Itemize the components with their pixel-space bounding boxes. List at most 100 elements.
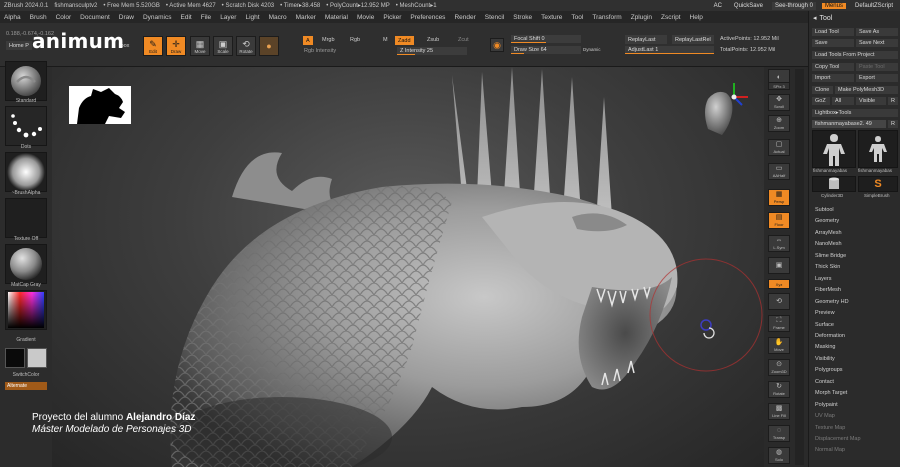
adjust-last-slider[interactable]: AdjustLast 1 xyxy=(625,46,714,54)
tool-section-thick-skin[interactable]: Thick Skin xyxy=(815,264,840,270)
menu-edit[interactable]: Edit xyxy=(181,14,192,21)
menu-light[interactable]: Light xyxy=(245,14,259,21)
tool-section-geometry[interactable]: Geometry xyxy=(815,218,839,224)
load-tool-button[interactable]: Load Tool xyxy=(812,28,854,36)
m-toggle[interactable]: M xyxy=(383,37,388,43)
alternate-button[interactable]: Alternate xyxy=(5,382,47,390)
draw-size-slider[interactable]: Draw Size 64 xyxy=(511,46,581,54)
tool-section-surface[interactable]: Surface xyxy=(815,322,834,328)
switch-color-label[interactable]: SwitchColor xyxy=(0,372,52,378)
menu-movie[interactable]: Movie xyxy=(357,14,374,21)
orientation-gizmo[interactable] xyxy=(692,81,750,141)
alpha-thumbnail[interactable] xyxy=(5,152,47,192)
mrgb-toggle[interactable]: Mrgb xyxy=(322,37,335,43)
move-button[interactable]: ▦ Move xyxy=(190,36,210,56)
frame-button[interactable]: ⛶ Frame xyxy=(768,315,790,332)
tool-thumb-simplebrush[interactable]: S xyxy=(858,176,898,192)
lock-button[interactable]: ▣ xyxy=(768,257,790,274)
focal-shift-slider[interactable]: Focal Shift 0 xyxy=(511,35,581,43)
import-button[interactable]: Import xyxy=(812,74,854,82)
menu-stencil[interactable]: Stencil xyxy=(485,14,505,21)
menu-brush[interactable]: Brush xyxy=(30,14,47,21)
menu-macro[interactable]: Macro xyxy=(269,14,287,21)
zoom-button[interactable]: ⊕ Zoom xyxy=(768,115,790,132)
z-intensity-slider[interactable]: Z Intensity 25 xyxy=(397,47,467,55)
rotate-view-button[interactable]: ↻ Rotate xyxy=(768,381,790,398)
rotate-axis-button[interactable]: ⟲ xyxy=(768,293,790,310)
right-shelf-scrollbar[interactable] xyxy=(795,69,804,465)
default-zscript[interactable]: DefaultZScript xyxy=(852,2,896,10)
tool-section-masking[interactable]: Masking xyxy=(815,344,835,350)
scroll-button[interactable]: ✥ Scroll xyxy=(768,94,790,111)
tool-palette-header[interactable]: ◂ Tool xyxy=(809,11,900,25)
quicksave-button[interactable]: QuickSave xyxy=(731,2,766,10)
main-color-swatch[interactable] xyxy=(5,348,25,368)
replay-last-rel-button[interactable]: ReplayLastRel xyxy=(672,35,714,44)
lightbox-tools-button[interactable]: Lightbox▸Tools xyxy=(812,109,898,117)
tool-section-visibility[interactable]: Visibility xyxy=(815,356,835,362)
solo-button[interactable]: ◍ Solo xyxy=(768,447,790,464)
tool-section-contact[interactable]: Contact xyxy=(815,379,834,385)
menu-alpha[interactable]: Alpha xyxy=(4,14,21,21)
menu-render[interactable]: Render xyxy=(454,14,475,21)
tool-section-fibermesh[interactable]: FiberMesh xyxy=(815,287,841,293)
menu-marker[interactable]: Marker xyxy=(296,14,316,21)
tool-thumb-fishman-2[interactable] xyxy=(858,130,898,168)
tool-section-polypaint[interactable]: Polypaint xyxy=(815,402,838,408)
home-page-button[interactable]: Home P xyxy=(6,41,32,50)
menu-tool[interactable]: Tool xyxy=(571,14,583,21)
zoom3d-button[interactable]: ⊙ Zoom3D xyxy=(768,359,790,376)
tool-section-normal-map[interactable]: Normal Map xyxy=(815,447,845,453)
goz-button[interactable]: GoZ xyxy=(812,97,830,105)
zsub-toggle[interactable]: Zsub xyxy=(427,37,439,43)
material-swatch[interactable]: ● xyxy=(259,36,279,56)
tool-section-slime-bridge[interactable]: Slime Bridge xyxy=(815,253,846,259)
menu-stroke[interactable]: Stroke xyxy=(513,14,532,21)
save-next-button[interactable]: Save Next xyxy=(856,39,898,47)
menus-button[interactable]: Menus xyxy=(821,2,846,9)
tool-section-nanomesh[interactable]: NanoMesh xyxy=(815,241,842,247)
current-tool-r-button[interactable]: R xyxy=(888,120,898,128)
menu-help[interactable]: Help xyxy=(690,14,703,21)
color-gradient-square[interactable] xyxy=(8,292,44,328)
dynamic-toggle[interactable]: Dynamic xyxy=(583,47,601,52)
paste-tool-button[interactable]: Paste Tool xyxy=(856,63,898,71)
save-button[interactable]: Save xyxy=(812,39,854,47)
move-view-button[interactable]: ✋ Move xyxy=(768,337,790,354)
ac-button[interactable]: AC xyxy=(711,2,725,10)
focal-toggle[interactable]: ◉ xyxy=(490,38,504,52)
rgb-intensity-slider[interactable]: Rgb Intensity xyxy=(304,48,336,54)
goz-r-button[interactable]: R xyxy=(888,97,898,105)
edit-button[interactable]: ✎ Edit xyxy=(143,36,163,56)
draw-button[interactable]: ✛ Draw xyxy=(166,36,186,56)
zcut-toggle[interactable]: Zcut xyxy=(458,37,469,43)
menu-document[interactable]: Document xyxy=(80,14,110,21)
tool-section-uv-map[interactable]: UV Map xyxy=(815,413,835,419)
tool-section-preview[interactable]: Preview xyxy=(815,310,835,316)
tool-section-layers[interactable]: Layers xyxy=(815,276,832,282)
persp-button[interactable]: ▦ Persp xyxy=(768,189,790,206)
tool-thumb-cylinder[interactable] xyxy=(812,176,856,192)
tool-section-geometry-hd[interactable]: Geometry HD xyxy=(815,299,849,305)
menu-color[interactable]: Color xyxy=(56,14,72,21)
actual-button[interactable]: ▢ Actual xyxy=(768,139,790,156)
navigation-thumbnail[interactable] xyxy=(69,86,131,124)
tool-section-deformation[interactable]: Deformation xyxy=(815,333,845,339)
tool-section-arraymesh[interactable]: ArrayMesh xyxy=(815,230,842,236)
brush-thumbnail[interactable] xyxy=(5,61,47,101)
zadd-toggle[interactable]: Zadd xyxy=(395,36,414,45)
goz-visible-button[interactable]: Visible xyxy=(856,97,886,105)
spix-slider[interactable]: SPix 3 xyxy=(768,82,790,90)
line-fill-button[interactable]: ▩ Line Fill xyxy=(768,403,790,420)
save-as-button[interactable]: Save As xyxy=(856,28,898,36)
menu-transform[interactable]: Transform xyxy=(592,14,621,21)
load-tools-from-project-button[interactable]: Load Tools From Project xyxy=(812,51,898,59)
color-picker[interactable] xyxy=(5,290,47,330)
tool-section-texture-map[interactable]: Texture Map xyxy=(815,425,845,431)
floor-button[interactable]: ▤ Floor xyxy=(768,212,790,229)
tool-section-displacement-map[interactable]: Displacement Map xyxy=(815,436,861,442)
a-toggle[interactable]: A xyxy=(303,36,313,45)
xyz-button[interactable]: Xyz xyxy=(768,279,790,289)
menu-zplugin[interactable]: Zplugin xyxy=(631,14,652,21)
menu-file[interactable]: File xyxy=(201,14,211,21)
